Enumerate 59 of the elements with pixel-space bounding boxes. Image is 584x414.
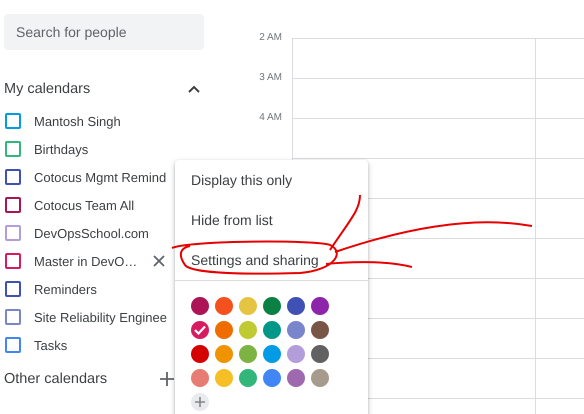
menu-item[interactable]: Hide from list bbox=[175, 200, 368, 240]
checkbox[interactable] bbox=[5, 225, 21, 241]
color-swatch[interactable] bbox=[287, 321, 305, 339]
checkbox[interactable] bbox=[5, 197, 21, 213]
color-swatch[interactable] bbox=[191, 297, 209, 315]
color-swatch[interactable] bbox=[239, 297, 257, 315]
color-swatch[interactable] bbox=[263, 369, 281, 387]
calendar-name[interactable]: Cotocus Mgmt Remind bbox=[34, 170, 166, 184]
color-swatch[interactable] bbox=[311, 369, 329, 387]
color-swatch[interactable] bbox=[215, 321, 233, 339]
add-icon[interactable] bbox=[160, 372, 174, 386]
calendar-name[interactable]: Master in DevO… bbox=[34, 254, 138, 268]
time-slot bbox=[535, 118, 584, 158]
search-field[interactable]: Search for people bbox=[4, 14, 204, 50]
menu-item[interactable]: Display this only bbox=[175, 160, 368, 200]
color-swatch[interactable] bbox=[311, 297, 329, 315]
checkbox[interactable] bbox=[5, 141, 21, 157]
close-icon[interactable] bbox=[153, 255, 166, 267]
chevron-icon[interactable] bbox=[188, 85, 200, 93]
checkbox[interactable] bbox=[5, 113, 21, 129]
add-color-button[interactable] bbox=[191, 393, 209, 411]
color-swatch[interactable] bbox=[263, 297, 281, 315]
time-label: 3 AM bbox=[259, 72, 282, 83]
color-swatch[interactable] bbox=[215, 297, 233, 315]
checkbox[interactable] bbox=[5, 281, 21, 297]
color-swatch[interactable] bbox=[287, 297, 305, 315]
color-swatch[interactable] bbox=[263, 345, 281, 363]
color-swatch[interactable] bbox=[287, 345, 305, 363]
time-label: 4 AM bbox=[259, 112, 282, 123]
checkbox[interactable] bbox=[5, 253, 21, 269]
calendar-name[interactable]: Cotocus Team All bbox=[34, 198, 134, 212]
time-label: 2 AM bbox=[259, 32, 282, 43]
calendar-name[interactable]: Birthdays bbox=[34, 142, 88, 156]
color-swatch[interactable] bbox=[311, 321, 329, 339]
color-swatch[interactable] bbox=[215, 369, 233, 387]
checkbox[interactable] bbox=[5, 309, 21, 325]
color-swatch[interactable] bbox=[287, 369, 305, 387]
section-title: My calendars bbox=[4, 81, 90, 97]
time-slot bbox=[535, 78, 584, 118]
calendar-name[interactable]: Site Reliability Enginee bbox=[34, 310, 167, 324]
color-swatch[interactable] bbox=[311, 345, 329, 363]
color-swatch[interactable] bbox=[239, 345, 257, 363]
calendar-name[interactable]: DevOpsSchool.com bbox=[34, 226, 149, 240]
color-swatch[interactable] bbox=[239, 369, 257, 387]
checkbox[interactable] bbox=[5, 337, 21, 353]
menu-item[interactable]: Settings and sharing bbox=[175, 240, 368, 280]
checkbox[interactable] bbox=[5, 169, 21, 185]
calendar-name[interactable]: Tasks bbox=[34, 338, 68, 352]
color-swatch[interactable] bbox=[263, 321, 281, 339]
color-swatch[interactable] bbox=[239, 321, 257, 339]
section-title: Other calendars bbox=[4, 371, 108, 387]
plus-icon bbox=[195, 397, 205, 407]
color-swatch[interactable] bbox=[191, 345, 209, 363]
color-swatch[interactable] bbox=[191, 369, 209, 387]
calendar-name[interactable]: Reminders bbox=[34, 282, 97, 296]
calendar-name[interactable]: Mantosh Singh bbox=[34, 114, 121, 128]
time-slot bbox=[535, 38, 584, 78]
color-swatch[interactable] bbox=[191, 321, 209, 339]
color-swatch[interactable] bbox=[215, 345, 233, 363]
